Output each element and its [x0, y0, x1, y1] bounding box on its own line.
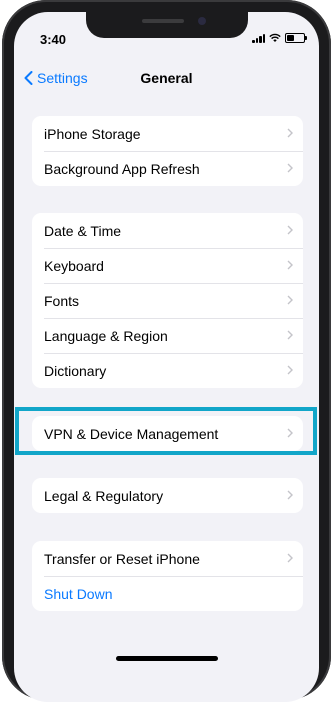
chevron-right-icon — [287, 490, 293, 500]
row-transfer-reset[interactable]: Transfer or Reset iPhone — [32, 541, 303, 576]
row-dictionary[interactable]: Dictionary — [32, 353, 303, 388]
status-icons — [252, 33, 307, 43]
settings-group-storage: iPhone Storage Background App Refresh — [32, 116, 303, 186]
row-label: Language & Region — [44, 327, 168, 344]
row-label: Shut Down — [44, 585, 113, 602]
screen: 3:40 Settings General iPhone Storage Bac… — [14, 12, 319, 702]
row-keyboard[interactable]: Keyboard — [32, 248, 303, 283]
row-fonts[interactable]: Fonts — [32, 283, 303, 318]
row-shut-down[interactable]: Shut Down — [32, 576, 303, 611]
row-label: Legal & Regulatory — [44, 487, 164, 504]
row-label: Background App Refresh — [44, 160, 200, 177]
row-legal-regulatory[interactable]: Legal & Regulatory — [32, 478, 303, 513]
row-date-time[interactable]: Date & Time — [32, 213, 303, 248]
chevron-right-icon — [287, 163, 293, 173]
row-label: Transfer or Reset iPhone — [44, 550, 200, 567]
row-label: Fonts — [44, 292, 80, 309]
battery-icon — [285, 33, 307, 43]
row-label: Keyboard — [44, 257, 104, 274]
home-indicator — [116, 656, 218, 661]
wifi-icon — [269, 33, 281, 42]
row-iphone-storage[interactable]: iPhone Storage — [32, 116, 303, 151]
chevron-right-icon — [287, 365, 293, 375]
highlight-box — [15, 407, 317, 455]
row-label: Dictionary — [44, 362, 107, 379]
chevron-right-icon — [287, 295, 293, 305]
battery-fill — [287, 35, 294, 41]
chevron-right-icon — [287, 553, 293, 563]
row-background-app-refresh[interactable]: Background App Refresh — [32, 151, 303, 186]
page-title: General — [140, 70, 193, 86]
row-label: Date & Time — [44, 222, 122, 239]
settings-group-legal: Legal & Regulatory — [32, 478, 303, 513]
chevron-right-icon — [287, 225, 293, 235]
phone-frame: 3:40 Settings General iPhone Storage Bac… — [2, 0, 331, 702]
notch — [86, 12, 248, 38]
status-time: 3:40 — [40, 32, 67, 47]
chevron-right-icon — [287, 260, 293, 270]
settings-group-reset: Transfer or Reset iPhone Shut Down — [32, 541, 303, 611]
front-camera — [198, 17, 206, 25]
cellular-signal-icon — [252, 33, 265, 43]
navigation-bar: Settings General — [14, 66, 319, 92]
speaker-grille — [142, 19, 184, 23]
row-label: iPhone Storage — [44, 125, 141, 142]
row-language-region[interactable]: Language & Region — [32, 318, 303, 353]
chevron-right-icon — [287, 128, 293, 138]
chevron-right-icon — [287, 330, 293, 340]
settings-group-language: Date & Time Keyboard Fonts Language & Re… — [32, 213, 303, 388]
